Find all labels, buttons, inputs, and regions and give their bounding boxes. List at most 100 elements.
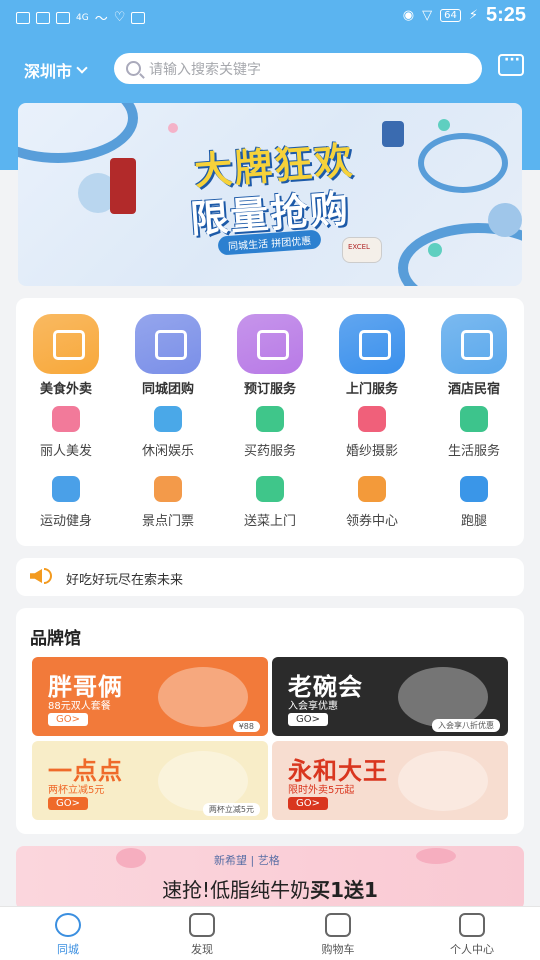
service-microphone[interactable]: 休闲娱乐 bbox=[118, 406, 218, 459]
service-label: 生活服务 bbox=[447, 444, 500, 459]
location-icon bbox=[55, 913, 81, 937]
speaker-icon bbox=[30, 569, 42, 583]
brand-tile[interactable]: 一点点 两杯立减5元 GO> 两杯立减5元 bbox=[32, 741, 268, 820]
service-food[interactable]: 美食外卖 bbox=[16, 314, 116, 397]
status-bar: 4G 〜 ♡ ◉ ▽ 64 ⚡ 5:25 bbox=[0, 0, 540, 36]
search-placeholder: 请输入搜索关键字 bbox=[149, 61, 261, 78]
brand-go-button[interactable]: GO> bbox=[288, 713, 328, 726]
signal-icon: ▽ bbox=[422, 8, 433, 23]
service-label: 美食外卖 bbox=[39, 382, 92, 397]
nav-label: 购物车 bbox=[321, 943, 355, 956]
calendar-icon bbox=[237, 314, 303, 374]
milk-promo-banner[interactable]: 新希望 | 艺格 速抢!低脂纯牛奶买1送1 bbox=[16, 846, 524, 910]
service-label: 领券中心 bbox=[345, 514, 398, 529]
services-grid: 美食外卖 同城团购 预订服务 上门服务 酒店民宿丽人美发 休闲娱乐 买药服务 婚纱摄影 生活服务… bbox=[16, 298, 524, 546]
microphone-icon bbox=[154, 406, 182, 432]
brand-go-button[interactable]: GO> bbox=[48, 797, 88, 810]
brand-tile[interactable]: 永和大王 限时外卖5元起 GO> bbox=[272, 741, 508, 820]
food-image bbox=[158, 667, 248, 727]
cloud-icon bbox=[131, 11, 146, 24]
nav-label: 个人中心 bbox=[450, 943, 494, 956]
status-right: ◉ ▽ 64 ⚡ 5:25 bbox=[403, 4, 526, 27]
cosmetic-bottle-image bbox=[382, 121, 404, 147]
status-left: 4G 〜 ♡ bbox=[16, 8, 146, 27]
service-ticket[interactable]: 景点门票 bbox=[118, 476, 218, 529]
cart-icon bbox=[325, 913, 351, 937]
brand-go-button[interactable]: GO> bbox=[288, 797, 328, 810]
service-heart-camera[interactable]: 婚纱摄影 bbox=[322, 406, 422, 459]
eye-icon: ◉ bbox=[402, 8, 415, 23]
bubble-decoration bbox=[438, 119, 450, 131]
bottom-nav: 同城 发现 购物车 个人中心 bbox=[0, 906, 540, 960]
charging-icon: ⚡ bbox=[468, 8, 478, 23]
search-input[interactable]: 请输入搜索关键字 bbox=[114, 53, 482, 84]
service-basket[interactable]: 同城团购 bbox=[118, 314, 218, 397]
service-calendar[interactable]: 预订服务 bbox=[220, 314, 320, 397]
service-door[interactable]: 上门服务 bbox=[322, 314, 422, 397]
brand-offer: 入会享优惠 bbox=[288, 701, 338, 712]
bubble-decoration bbox=[428, 243, 442, 257]
food-image bbox=[158, 751, 248, 811]
service-label: 上门服务 bbox=[345, 382, 398, 397]
service-hotel[interactable]: 酒店民宿 bbox=[424, 314, 524, 397]
product-label: EXCEL bbox=[348, 243, 370, 251]
heart-icon: ♡ bbox=[113, 10, 126, 25]
app-notification-icon bbox=[56, 11, 70, 24]
ribbon-decoration bbox=[418, 133, 508, 193]
service-medicine[interactable]: 买药服务 bbox=[220, 406, 320, 459]
nav-item-planet[interactable]: 发现 bbox=[152, 913, 252, 957]
brand-tag: ¥88 bbox=[232, 721, 260, 732]
service-delivery-truck[interactable]: 送菜上门 bbox=[220, 476, 320, 529]
nav-item-location[interactable]: 同城 bbox=[18, 913, 118, 957]
delivery-truck-icon bbox=[256, 476, 284, 502]
brand-tile[interactable]: 胖哥俩 88元双人套餐 GO> ¥88 bbox=[32, 657, 268, 736]
coupon-icon bbox=[358, 476, 386, 502]
service-label: 休闲娱乐 bbox=[141, 444, 194, 459]
service-label: 跑腿 bbox=[460, 514, 487, 529]
service-runner[interactable]: 跑腿 bbox=[424, 476, 524, 529]
basket-icon bbox=[135, 314, 201, 374]
heart-camera-icon bbox=[358, 406, 386, 432]
nav-item-cart[interactable]: 购物车 bbox=[288, 913, 388, 957]
petal-decoration bbox=[116, 848, 146, 868]
brand-tag: 入会享八折优惠 bbox=[432, 719, 500, 732]
city-label: 深圳市 bbox=[24, 62, 73, 81]
brand-go-button[interactable]: GO> bbox=[48, 713, 88, 726]
clock: 5:25 bbox=[485, 4, 526, 26]
service-dumbbell[interactable]: 运动健身 bbox=[16, 476, 116, 529]
brand-offer: 88元双人套餐 bbox=[48, 701, 111, 712]
announcement-bar[interactable]: 好吃好玩尽在索未来 bbox=[16, 558, 524, 596]
promo-banner[interactable]: EXCEL 大牌狂欢 限量抢购 同城生活 拼团优惠 bbox=[18, 103, 522, 286]
food-image bbox=[398, 751, 488, 811]
service-label: 买药服务 bbox=[243, 444, 296, 459]
ribbon-decoration bbox=[18, 103, 138, 163]
petal-decoration bbox=[416, 848, 456, 864]
nav-item-user[interactable]: 个人中心 bbox=[422, 913, 522, 957]
brand-section-title: 品牌馆 bbox=[30, 629, 81, 649]
chevron-down-icon bbox=[76, 62, 88, 74]
food-image bbox=[398, 667, 488, 727]
beauty-icon bbox=[52, 406, 80, 432]
bubble-decoration bbox=[488, 203, 522, 237]
city-selector[interactable]: 深圳市 bbox=[24, 58, 88, 82]
wifi-icon: 〜 bbox=[94, 12, 108, 27]
hotel-icon bbox=[441, 314, 507, 374]
promo-text-bold: 买1送1 bbox=[310, 878, 378, 902]
service-house[interactable]: 生活服务 bbox=[424, 406, 524, 459]
service-label: 送菜上门 bbox=[243, 514, 296, 529]
dumbbell-icon bbox=[52, 476, 80, 502]
planet-icon bbox=[189, 913, 215, 937]
brand-tile[interactable]: 老碗会 入会享优惠 GO> 入会享八折优惠 bbox=[272, 657, 508, 736]
perfume-bottle-image bbox=[110, 158, 136, 214]
service-label: 丽人美发 bbox=[39, 444, 92, 459]
runner-icon bbox=[460, 476, 488, 502]
service-coupon[interactable]: 领券中心 bbox=[322, 476, 422, 529]
service-label: 预订服务 bbox=[243, 382, 296, 397]
brand-offer: 限时外卖5元起 bbox=[288, 785, 355, 796]
message-icon[interactable] bbox=[498, 52, 524, 76]
promo-text: 速抢!低脂纯牛奶买1送1 bbox=[16, 874, 524, 903]
medicine-icon bbox=[256, 406, 284, 432]
service-beauty[interactable]: 丽人美发 bbox=[16, 406, 116, 459]
door-icon bbox=[339, 314, 405, 374]
brand-section: 品牌馆 胖哥俩 88元双人套餐 GO> ¥88 老碗会 入会享优惠 GO> 入会享八折优惠 一点… bbox=[16, 608, 524, 834]
